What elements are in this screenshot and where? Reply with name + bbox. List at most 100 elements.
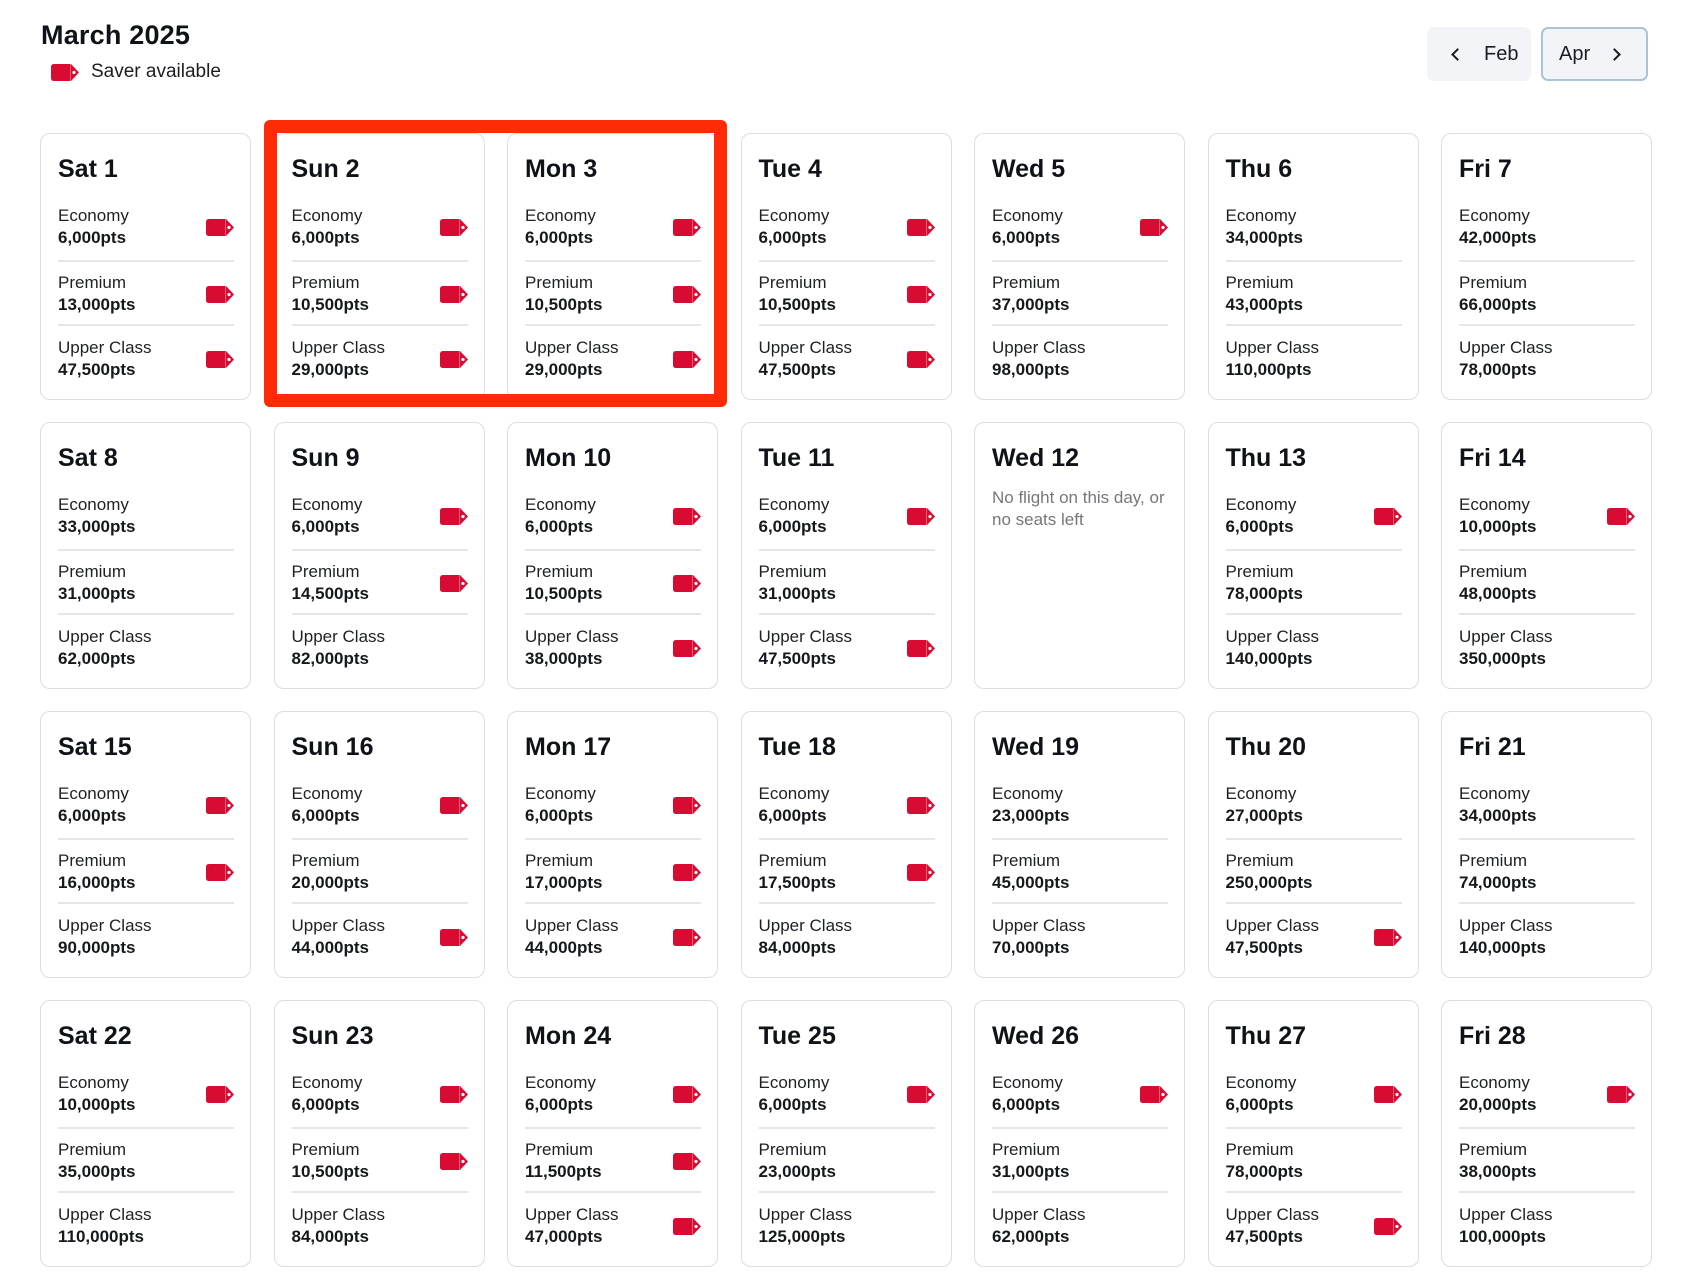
day-card[interactable]: Sat 15 Economy 6,000pts Premium 16,000pts Upp… (40, 711, 251, 978)
day-card[interactable]: Wed 19 Economy 23,000pts Premium 45,000pts Up… (974, 711, 1185, 978)
fare-row[interactable]: Premium 43,000pts (1225, 262, 1402, 326)
day-card[interactable]: Wed 26 Economy 6,000pts Premium 31,000pts Upp… (974, 1000, 1185, 1267)
fare-row[interactable]: Economy 34,000pts (1225, 198, 1402, 262)
day-card[interactable]: Thu 6 Economy 34,000pts Premium 43,000pts Upp… (1207, 133, 1419, 400)
fare-row[interactable]: Upper Class 98,000pts (992, 326, 1168, 390)
fare-row[interactable]: Economy 23,000pts (992, 776, 1168, 840)
fare-row[interactable]: Upper Class 47,500pts (1226, 904, 1402, 968)
next-month-button[interactable]: Apr (1541, 27, 1648, 81)
day-card[interactable]: Sun 9 Economy 6,000pts Premium 14,500pts Uppe… (273, 422, 485, 689)
fare-row[interactable]: Economy 6,000pts (992, 1065, 1168, 1129)
fare-row[interactable]: Premium 10,500pts (525, 262, 701, 326)
fare-row[interactable]: Premium 48,000pts (1459, 551, 1635, 615)
fare-row[interactable]: Economy 6,000pts (758, 1065, 935, 1129)
day-card[interactable]: Thu 27 Economy 6,000pts Premium 78,000pts Upp… (1207, 1000, 1419, 1267)
fare-row[interactable]: Economy 6,000pts (58, 198, 234, 262)
day-card[interactable]: Tue 11 Economy 6,000pts Premium 31,000pts Upp… (740, 422, 952, 689)
fare-row[interactable]: Premium 31,000pts (58, 551, 234, 615)
fare-row[interactable]: Upper Class 140,000pts (1459, 904, 1635, 968)
fare-row[interactable]: Upper Class 44,000pts (292, 904, 468, 968)
day-card[interactable]: Mon 24 Economy 6,000pts Premium 11,500pts Upp… (507, 1000, 718, 1267)
fare-row[interactable]: Premium 13,000pts (58, 262, 234, 326)
fare-row[interactable]: Economy 42,000pts (1459, 198, 1635, 262)
day-card[interactable]: Thu 20 Economy 27,000pts Premium 250,000pts U… (1207, 711, 1419, 978)
fare-row[interactable]: Premium 31,000pts (992, 1129, 1168, 1193)
day-card[interactable]: Thu 13 Economy 6,000pts Premium 78,000pts Upp… (1207, 422, 1419, 689)
fare-row[interactable]: Upper Class 38,000pts (525, 615, 701, 679)
day-card[interactable]: Tue 25 Economy 6,000pts Premium 23,000pts Upp… (740, 1000, 952, 1267)
day-card[interactable]: Wed 5 Economy 6,000pts Premium 37,000pts Uppe… (974, 133, 1185, 400)
fare-row[interactable]: Economy 10,000pts (58, 1065, 234, 1129)
fare-row[interactable]: Upper Class 44,000pts (525, 904, 701, 968)
fare-row[interactable]: Economy 6,000pts (525, 776, 701, 840)
fare-row[interactable]: Economy 6,000pts (758, 487, 935, 551)
fare-row[interactable]: Upper Class 47,500pts (759, 326, 935, 390)
day-card[interactable]: Sat 8 Economy 33,000pts Premium 31,000pts Upp… (40, 422, 251, 689)
fare-row[interactable]: Upper Class 100,000pts (1459, 1193, 1635, 1257)
fare-row[interactable]: Economy 6,000pts (525, 1065, 701, 1129)
fare-row[interactable]: Upper Class 350,000pts (1459, 615, 1635, 679)
fare-row[interactable]: Premium 20,000pts (291, 840, 468, 904)
day-card[interactable]: Tue 4 Economy 6,000pts Premium 10,500pts Uppe… (740, 133, 952, 400)
fare-row[interactable]: Economy 6,000pts (291, 198, 468, 262)
day-card[interactable]: Sun 23 Economy 6,000pts Premium 10,500pts Upp… (273, 1000, 485, 1267)
fare-row[interactable]: Premium 250,000pts (1225, 840, 1402, 904)
fare-row[interactable]: Upper Class 82,000pts (292, 615, 468, 679)
day-card[interactable]: Mon 17 Economy 6,000pts Premium 17,000pts Upp… (507, 711, 718, 978)
fare-row[interactable]: Economy 27,000pts (1225, 776, 1402, 840)
fare-row[interactable]: Premium 23,000pts (758, 1129, 935, 1193)
fare-row[interactable]: Upper Class 47,500pts (759, 615, 935, 679)
fare-row[interactable]: Premium 10,500pts (291, 1129, 468, 1193)
fare-row[interactable]: Economy 6,000pts (291, 776, 468, 840)
fare-row[interactable]: Upper Class 70,000pts (992, 904, 1168, 968)
prev-month-button[interactable]: Feb (1427, 27, 1531, 81)
day-card[interactable]: Tue 18 Economy 6,000pts Premium 17,500pts Upp… (740, 711, 952, 978)
day-card[interactable]: Mon 10 Economy 6,000pts Premium 10,500pts Upp… (507, 422, 718, 689)
fare-row[interactable]: Premium 14,500pts (291, 551, 468, 615)
fare-row[interactable]: Premium 10,500pts (525, 551, 701, 615)
fare-row[interactable]: Economy 6,000pts (525, 198, 701, 262)
fare-row[interactable]: Economy 34,000pts (1459, 776, 1635, 840)
fare-row[interactable]: Premium 74,000pts (1459, 840, 1635, 904)
day-card[interactable]: Fri 7 Economy 42,000pts Premium 66,000pts Upp… (1441, 133, 1652, 400)
fare-row[interactable]: Upper Class 110,000pts (1226, 326, 1402, 390)
fare-row[interactable]: Upper Class 47,000pts (525, 1193, 701, 1257)
fare-row[interactable]: Premium 16,000pts (58, 840, 234, 904)
fare-row[interactable]: Premium 78,000pts (1225, 1129, 1402, 1193)
fare-row[interactable]: Economy 6,000pts (758, 198, 935, 262)
fare-row[interactable]: Premium 37,000pts (992, 262, 1168, 326)
fare-row[interactable]: Upper Class 140,000pts (1226, 615, 1402, 679)
fare-row[interactable]: Premium 17,500pts (758, 840, 935, 904)
fare-row[interactable]: Premium 78,000pts (1225, 551, 1402, 615)
fare-row[interactable]: Premium 17,000pts (525, 840, 701, 904)
fare-row[interactable]: Economy 6,000pts (1225, 1065, 1402, 1129)
fare-row[interactable]: Economy 10,000pts (1459, 487, 1635, 551)
fare-row[interactable]: Premium 38,000pts (1459, 1129, 1635, 1193)
fare-row[interactable]: Premium 10,500pts (291, 262, 468, 326)
fare-row[interactable]: Economy 33,000pts (58, 487, 234, 551)
fare-row[interactable]: Economy 6,000pts (525, 487, 701, 551)
day-card[interactable]: Sat 22 Economy 10,000pts Premium 35,000pts Up… (40, 1000, 251, 1267)
day-card[interactable]: Sat 1 Economy 6,000pts Premium 13,000pts Uppe… (40, 133, 251, 400)
fare-row[interactable]: Economy 20,000pts (1459, 1065, 1635, 1129)
fare-row[interactable]: Economy 6,000pts (291, 1065, 468, 1129)
fare-row[interactable]: Upper Class 62,000pts (58, 615, 234, 679)
fare-row[interactable]: Economy 6,000pts (291, 487, 468, 551)
fare-row[interactable]: Upper Class 110,000pts (58, 1193, 234, 1257)
fare-row[interactable]: Premium 35,000pts (58, 1129, 234, 1193)
fare-row[interactable]: Upper Class 78,000pts (1459, 326, 1635, 390)
fare-row[interactable]: Upper Class 47,500pts (58, 326, 234, 390)
fare-row[interactable]: Premium 11,500pts (525, 1129, 701, 1193)
day-card[interactable]: Fri 21 Economy 34,000pts Premium 74,000pts Up… (1441, 711, 1652, 978)
fare-row[interactable]: Upper Class 84,000pts (759, 904, 935, 968)
day-card[interactable]: Fri 14 Economy 10,000pts Premium 48,000pts Up… (1441, 422, 1652, 689)
fare-row[interactable]: Upper Class 29,000pts (525, 326, 701, 390)
fare-row[interactable]: Upper Class 47,500pts (1226, 1193, 1402, 1257)
day-card[interactable]: Sun 16 Economy 6,000pts Premium 20,000pts Upp… (273, 711, 485, 978)
fare-row[interactable]: Upper Class 125,000pts (759, 1193, 935, 1257)
fare-row[interactable]: Premium 66,000pts (1459, 262, 1635, 326)
fare-row[interactable]: Upper Class 84,000pts (292, 1193, 468, 1257)
fare-row[interactable]: Upper Class 62,000pts (992, 1193, 1168, 1257)
fare-row[interactable]: Upper Class 90,000pts (58, 904, 234, 968)
day-card[interactable]: Sun 2 Economy 6,000pts Premium 10,500pts Uppe… (273, 133, 485, 400)
